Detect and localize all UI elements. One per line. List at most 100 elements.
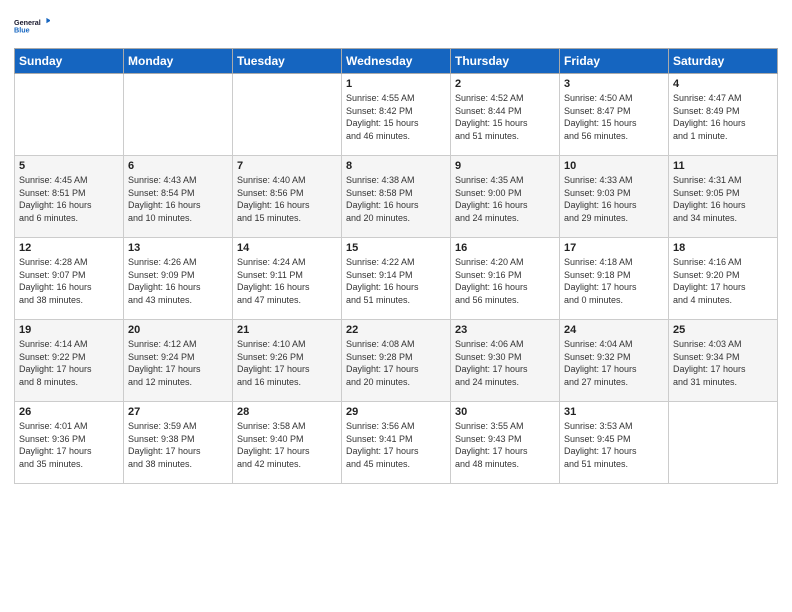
day-number: 16	[455, 242, 555, 254]
day-number: 5	[19, 160, 119, 172]
cell-4-0: 26Sunrise: 4:01 AM Sunset: 9:36 PM Dayli…	[15, 402, 124, 484]
page: General Blue Sunday Monday Tuesday Wedne…	[0, 0, 792, 612]
cell-3-5: 24Sunrise: 4:04 AM Sunset: 9:32 PM Dayli…	[560, 320, 669, 402]
day-info: Sunrise: 4:33 AM Sunset: 9:03 PM Dayligh…	[564, 174, 664, 224]
cell-1-3: 8 Sunrise: 4:38 AM Sunset: 8:58 PM Daylig…	[342, 156, 451, 238]
day-number: 6	[128, 160, 228, 172]
day-number: 13	[128, 242, 228, 254]
day-info: Sunrise: 4:35 AM Sunset: 9:00 PM Dayligh…	[455, 174, 555, 224]
day-info: Sunrise: 4:01 AM Sunset: 9:36 PM Dayligh…	[19, 420, 119, 470]
day-number: 23	[455, 324, 555, 336]
logo: General Blue	[14, 10, 50, 42]
cell-3-2: 21 Sunrise: 4:10 AM Sunset: 9:26 PM Dayli…	[233, 320, 342, 402]
cell-0-3: 1 Sunrise: 4:55 AM Sunset: 8:42 PM Daylig…	[342, 74, 451, 156]
cell-4-1: 27 Sunrise: 3:59 AM Sunset: 9:38 PM Dayli…	[124, 402, 233, 484]
cell-4-3: 29Sunrise: 3:56 AM Sunset: 9:41 PM Dayli…	[342, 402, 451, 484]
day-info: Sunrise: 4:52 AM Sunset: 8:44 PM Dayligh…	[455, 92, 555, 142]
cell-2-1: 13 Sunrise: 4:26 AM Sunset: 9:09 PM Dayli…	[124, 238, 233, 320]
day-info: Sunrise: 4:38 AM Sunset: 8:58 PM Dayligh…	[346, 174, 446, 224]
col-thursday: Thursday	[451, 49, 560, 74]
day-number: 17	[564, 242, 664, 254]
day-number: 28	[237, 406, 337, 418]
day-number: 27	[128, 406, 228, 418]
week-row-4: 19 Sunrise: 4:14 AM Sunset: 9:22 PM Dayli…	[15, 320, 778, 402]
day-number: 14	[237, 242, 337, 254]
cell-1-5: 10 Sunrise: 4:33 AM Sunset: 9:03 PM Dayli…	[560, 156, 669, 238]
cell-2-5: 17 Sunrise: 4:18 AM Sunset: 9:18 PM Dayli…	[560, 238, 669, 320]
cell-2-2: 14Sunrise: 4:24 AM Sunset: 9:11 PM Dayli…	[233, 238, 342, 320]
day-number: 2	[455, 78, 555, 90]
cell-2-0: 12 Sunrise: 4:28 AM Sunset: 9:07 PM Dayli…	[15, 238, 124, 320]
cell-1-0: 5 Sunrise: 4:45 AM Sunset: 8:51 PM Daylig…	[15, 156, 124, 238]
day-number: 1	[346, 78, 446, 90]
cell-2-4: 16 Sunrise: 4:20 AM Sunset: 9:16 PM Dayli…	[451, 238, 560, 320]
day-number: 22	[346, 324, 446, 336]
cell-3-1: 20Sunrise: 4:12 AM Sunset: 9:24 PM Dayli…	[124, 320, 233, 402]
week-row-5: 26Sunrise: 4:01 AM Sunset: 9:36 PM Dayli…	[15, 402, 778, 484]
logo-svg: General Blue	[14, 10, 50, 42]
col-wednesday: Wednesday	[342, 49, 451, 74]
day-number: 19	[19, 324, 119, 336]
day-info: Sunrise: 4:45 AM Sunset: 8:51 PM Dayligh…	[19, 174, 119, 224]
week-row-2: 5 Sunrise: 4:45 AM Sunset: 8:51 PM Daylig…	[15, 156, 778, 238]
cell-1-6: 11 Sunrise: 4:31 AM Sunset: 9:05 PM Dayli…	[669, 156, 778, 238]
col-saturday: Saturday	[669, 49, 778, 74]
cell-0-0	[15, 74, 124, 156]
day-info: Sunrise: 4:03 AM Sunset: 9:34 PM Dayligh…	[673, 338, 773, 388]
day-info: Sunrise: 4:16 AM Sunset: 9:20 PM Dayligh…	[673, 256, 773, 306]
day-number: 9	[455, 160, 555, 172]
day-info: Sunrise: 4:22 AM Sunset: 9:14 PM Dayligh…	[346, 256, 446, 306]
day-number: 29	[346, 406, 446, 418]
week-row-3: 12 Sunrise: 4:28 AM Sunset: 9:07 PM Dayli…	[15, 238, 778, 320]
day-info: Sunrise: 4:04 AM Sunset: 9:32 PM Dayligh…	[564, 338, 664, 388]
day-number: 25	[673, 324, 773, 336]
day-info: Sunrise: 4:55 AM Sunset: 8:42 PM Dayligh…	[346, 92, 446, 142]
cell-1-2: 7Sunrise: 4:40 AM Sunset: 8:56 PM Daylig…	[233, 156, 342, 238]
calendar-table: Sunday Monday Tuesday Wednesday Thursday…	[14, 48, 778, 484]
cell-3-6: 25 Sunrise: 4:03 AM Sunset: 9:34 PM Dayli…	[669, 320, 778, 402]
day-info: Sunrise: 4:31 AM Sunset: 9:05 PM Dayligh…	[673, 174, 773, 224]
day-number: 11	[673, 160, 773, 172]
cell-3-3: 22 Sunrise: 4:08 AM Sunset: 9:28 PM Dayli…	[342, 320, 451, 402]
day-info: Sunrise: 3:59 AM Sunset: 9:38 PM Dayligh…	[128, 420, 228, 470]
cell-0-4: 2 Sunrise: 4:52 AM Sunset: 8:44 PM Daylig…	[451, 74, 560, 156]
day-info: Sunrise: 3:53 AM Sunset: 9:45 PM Dayligh…	[564, 420, 664, 470]
day-info: Sunrise: 4:14 AM Sunset: 9:22 PM Dayligh…	[19, 338, 119, 388]
day-number: 20	[128, 324, 228, 336]
day-info: Sunrise: 4:43 AM Sunset: 8:54 PM Dayligh…	[128, 174, 228, 224]
day-number: 4	[673, 78, 773, 90]
day-number: 12	[19, 242, 119, 254]
day-number: 8	[346, 160, 446, 172]
cell-4-2: 28Sunrise: 3:58 AM Sunset: 9:40 PM Dayli…	[233, 402, 342, 484]
day-info: Sunrise: 4:28 AM Sunset: 9:07 PM Dayligh…	[19, 256, 119, 306]
cell-0-1	[124, 74, 233, 156]
week-row-1: 1 Sunrise: 4:55 AM Sunset: 8:42 PM Daylig…	[15, 74, 778, 156]
day-info: Sunrise: 4:18 AM Sunset: 9:18 PM Dayligh…	[564, 256, 664, 306]
header-row: Sunday Monday Tuesday Wednesday Thursday…	[15, 49, 778, 74]
cell-1-4: 9 Sunrise: 4:35 AM Sunset: 9:00 PM Daylig…	[451, 156, 560, 238]
day-info: Sunrise: 4:06 AM Sunset: 9:30 PM Dayligh…	[455, 338, 555, 388]
day-number: 21	[237, 324, 337, 336]
calendar-body: 1 Sunrise: 4:55 AM Sunset: 8:42 PM Daylig…	[15, 74, 778, 484]
cell-3-4: 23 Sunrise: 4:06 AM Sunset: 9:30 PM Dayli…	[451, 320, 560, 402]
col-sunday: Sunday	[15, 49, 124, 74]
cell-4-4: 30 Sunrise: 3:55 AM Sunset: 9:43 PM Dayli…	[451, 402, 560, 484]
day-number: 3	[564, 78, 664, 90]
day-info: Sunrise: 4:10 AM Sunset: 9:26 PM Dayligh…	[237, 338, 337, 388]
cell-3-0: 19 Sunrise: 4:14 AM Sunset: 9:22 PM Dayli…	[15, 320, 124, 402]
col-monday: Monday	[124, 49, 233, 74]
day-info: Sunrise: 4:47 AM Sunset: 8:49 PM Dayligh…	[673, 92, 773, 142]
day-number: 31	[564, 406, 664, 418]
day-info: Sunrise: 3:55 AM Sunset: 9:43 PM Dayligh…	[455, 420, 555, 470]
day-info: Sunrise: 4:08 AM Sunset: 9:28 PM Dayligh…	[346, 338, 446, 388]
cell-4-6	[669, 402, 778, 484]
cell-4-5: 31 Sunrise: 3:53 AM Sunset: 9:45 PM Dayli…	[560, 402, 669, 484]
day-info: Sunrise: 4:26 AM Sunset: 9:09 PM Dayligh…	[128, 256, 228, 306]
day-info: Sunrise: 4:20 AM Sunset: 9:16 PM Dayligh…	[455, 256, 555, 306]
header: General Blue	[14, 10, 778, 42]
cell-2-3: 15Sunrise: 4:22 AM Sunset: 9:14 PM Dayli…	[342, 238, 451, 320]
day-number: 30	[455, 406, 555, 418]
cell-1-1: 6 Sunrise: 4:43 AM Sunset: 8:54 PM Daylig…	[124, 156, 233, 238]
day-number: 10	[564, 160, 664, 172]
cell-0-5: 3Sunrise: 4:50 AM Sunset: 8:47 PM Daylig…	[560, 74, 669, 156]
